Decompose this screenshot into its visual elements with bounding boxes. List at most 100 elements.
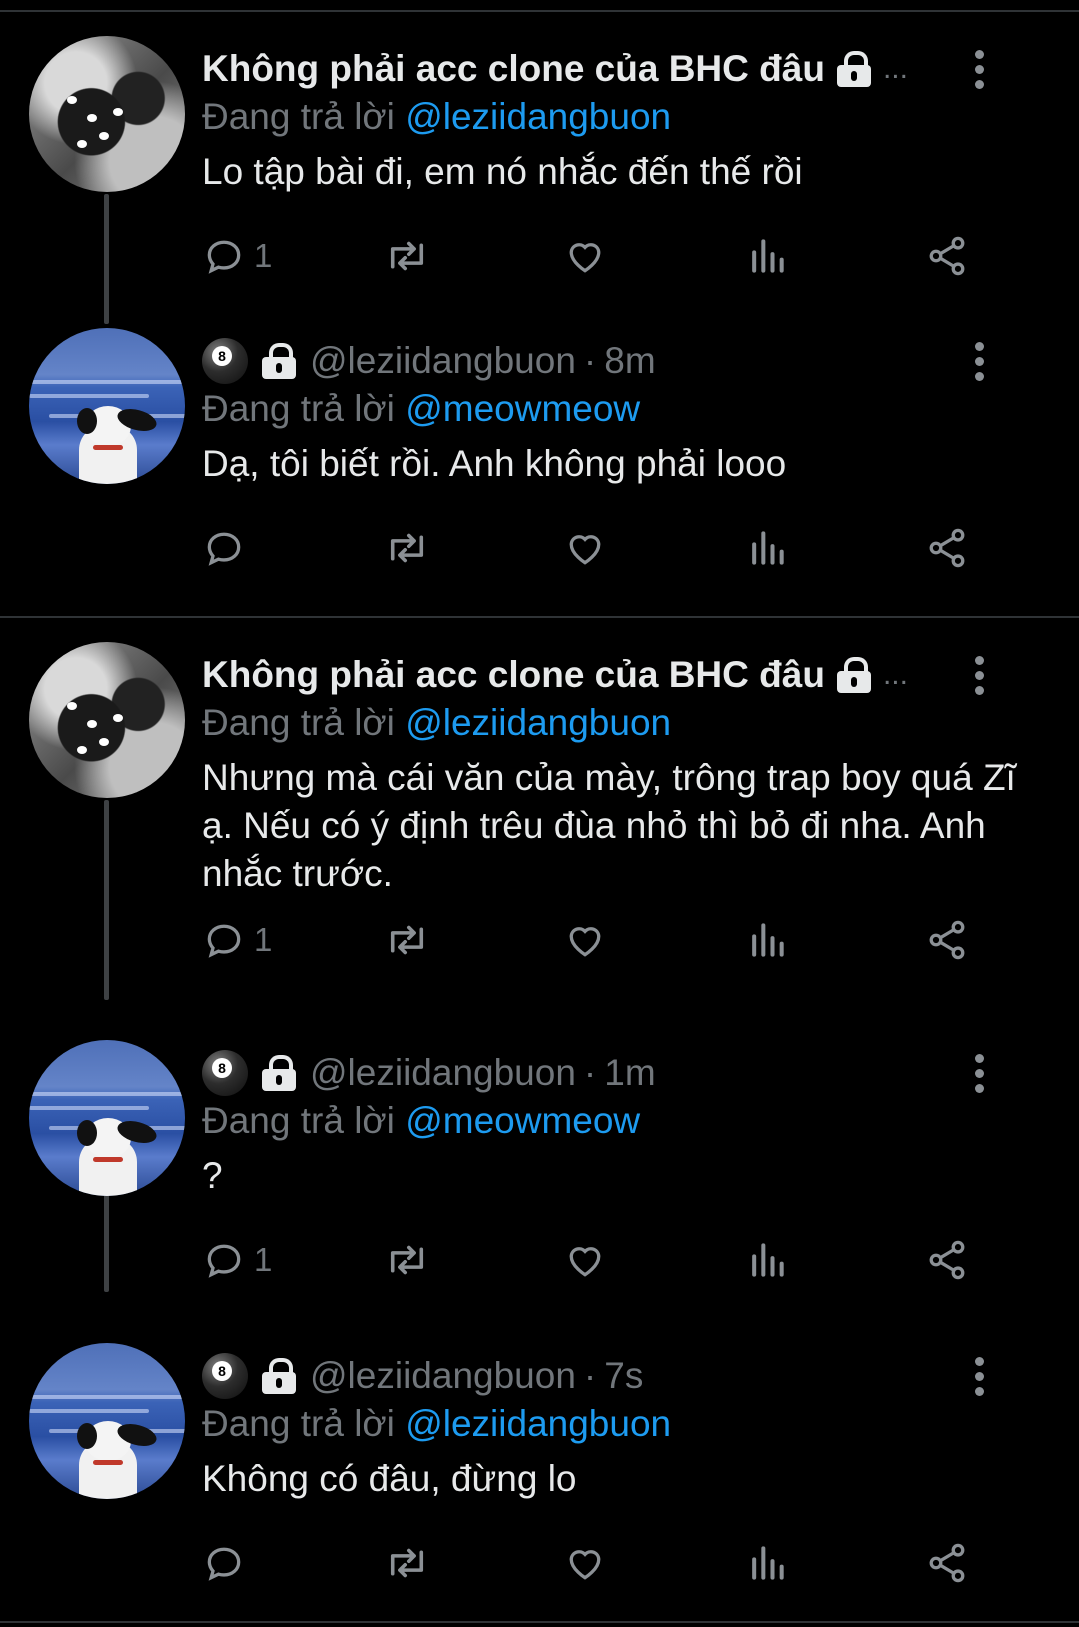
- share-button[interactable]: [924, 231, 970, 281]
- reply-icon: [207, 924, 241, 958]
- more-icon[interactable]: [972, 342, 986, 382]
- user-handle[interactable]: @leziidangbuon: [310, 1052, 576, 1094]
- like-button[interactable]: [562, 523, 608, 573]
- mention-link[interactable]: @leziidangbuon: [405, 702, 671, 743]
- display-name[interactable]: Không phải acc clone của BHC đâu: [202, 654, 825, 696]
- more-icon[interactable]: [972, 656, 986, 696]
- avatar[interactable]: [29, 36, 185, 192]
- avatar[interactable]: [29, 1040, 185, 1196]
- retweet-button[interactable]: [382, 1235, 432, 1285]
- tweet-text: Lo tập bài đi, em nó nhắc đến thế rồi: [202, 151, 803, 192]
- 8-ball-icon: 8: [202, 338, 248, 384]
- views-button[interactable]: [747, 915, 787, 965]
- reply-count: 1: [254, 237, 273, 274]
- views-icon: [752, 923, 784, 957]
- reply-button[interactable]: 1: [202, 1235, 272, 1285]
- retweet-icon: [390, 533, 424, 563]
- tweet-header: 8 @leziidangbuon · 1m: [202, 1048, 656, 1098]
- bottom-divider: [0, 1621, 1079, 1623]
- retweet-icon: [390, 241, 424, 271]
- like-button[interactable]: [562, 231, 608, 281]
- tweet-header: Không phải acc clone của BHC đâu ...: [202, 650, 908, 700]
- share-button[interactable]: [924, 1538, 970, 1588]
- user-handle[interactable]: @leziidangbuon: [310, 340, 576, 382]
- share-icon: [929, 528, 965, 568]
- retweet-icon: [390, 925, 424, 955]
- like-button[interactable]: [562, 915, 608, 965]
- reply-button[interactable]: [202, 523, 254, 573]
- thread-connector: [104, 1186, 109, 1292]
- tweet-actions: 1: [202, 231, 992, 281]
- replying-to: Đang trả lời @leziidangbuon: [202, 96, 672, 137]
- thread-connector: [104, 800, 109, 1000]
- lock-icon: [262, 1055, 296, 1091]
- like-icon: [569, 535, 601, 565]
- views-button[interactable]: [747, 523, 787, 573]
- more-icon[interactable]: [972, 1054, 986, 1094]
- mention-link[interactable]: @meowmeow: [405, 1100, 640, 1141]
- tweet-text: Nhưng mà cái văn của mày, trông trap boy…: [202, 757, 1016, 894]
- like-button[interactable]: [562, 1538, 608, 1588]
- tweet-header: 8 @leziidangbuon · 7s: [202, 1351, 643, 1401]
- retweet-button[interactable]: [382, 231, 432, 281]
- more-icon[interactable]: [972, 1357, 986, 1397]
- share-icon: [929, 1240, 965, 1280]
- reply-icon: [207, 532, 241, 566]
- reply-button[interactable]: 1: [202, 231, 272, 281]
- avatar[interactable]: [29, 328, 185, 484]
- reply-count: 1: [254, 921, 273, 958]
- views-icon: [752, 1546, 784, 1580]
- reply-button[interactable]: 1: [202, 915, 272, 965]
- tweet-text: Dạ, tôi biết rồi. Anh không phải looo: [202, 443, 787, 484]
- thread-divider: [0, 616, 1079, 618]
- reply-count: 1: [254, 1241, 273, 1278]
- share-button[interactable]: [924, 523, 970, 573]
- retweet-icon: [390, 1245, 424, 1275]
- share-button[interactable]: [924, 915, 970, 965]
- views-icon: [752, 1243, 784, 1277]
- tweet-actions: 1: [202, 1235, 992, 1285]
- display-name[interactable]: Không phải acc clone của BHC đâu: [202, 48, 825, 90]
- replying-to: Đang trả lời @meowmeow: [202, 388, 641, 429]
- reply-icon: [207, 1244, 241, 1278]
- like-icon: [569, 243, 601, 273]
- share-icon: [929, 236, 965, 276]
- retweet-button[interactable]: [382, 915, 432, 965]
- timestamp[interactable]: 7s: [604, 1355, 643, 1397]
- 8-ball-icon: 8: [202, 1050, 248, 1096]
- tweet-actions: [202, 523, 992, 573]
- tweet-text: Không có đâu, đừng lo: [202, 1458, 577, 1499]
- timestamp[interactable]: 1m: [604, 1052, 655, 1094]
- avatar[interactable]: [29, 642, 185, 798]
- more-icon[interactable]: [972, 50, 986, 90]
- replying-to: Đang trả lời @meowmeow: [202, 1100, 641, 1141]
- lock-icon: [836, 51, 871, 87]
- thread-connector: [104, 194, 109, 324]
- like-icon: [569, 927, 601, 957]
- like-icon: [569, 1247, 601, 1277]
- avatar[interactable]: [29, 1343, 185, 1499]
- timestamp[interactable]: 8m: [604, 340, 655, 382]
- tweet-header: 8 @leziidangbuon · 8m: [202, 336, 656, 386]
- top-divider: [0, 10, 1079, 12]
- lock-icon: [262, 1358, 296, 1394]
- tweet-actions: [202, 1538, 992, 1588]
- views-button[interactable]: [747, 1235, 787, 1285]
- user-handle[interactable]: @leziidangbuon: [310, 1355, 576, 1397]
- retweet-button[interactable]: [382, 1538, 432, 1588]
- views-button[interactable]: [747, 231, 787, 281]
- views-button[interactable]: [747, 1538, 787, 1588]
- like-icon: [569, 1550, 601, 1580]
- like-button[interactable]: [562, 1235, 608, 1285]
- tweet-text: ?: [202, 1155, 223, 1196]
- reply-icon: [207, 1547, 241, 1581]
- mention-link[interactable]: @leziidangbuon: [405, 96, 671, 137]
- reply-button[interactable]: [202, 1538, 254, 1588]
- retweet-button[interactable]: [382, 523, 432, 573]
- truncation-ellipsis: ...: [882, 658, 908, 691]
- lock-icon: [262, 343, 296, 379]
- mention-link[interactable]: @meowmeow: [405, 388, 640, 429]
- share-button[interactable]: [924, 1235, 970, 1285]
- truncation-ellipsis: ...: [882, 52, 908, 85]
- mention-link[interactable]: @leziidangbuon: [405, 1403, 671, 1444]
